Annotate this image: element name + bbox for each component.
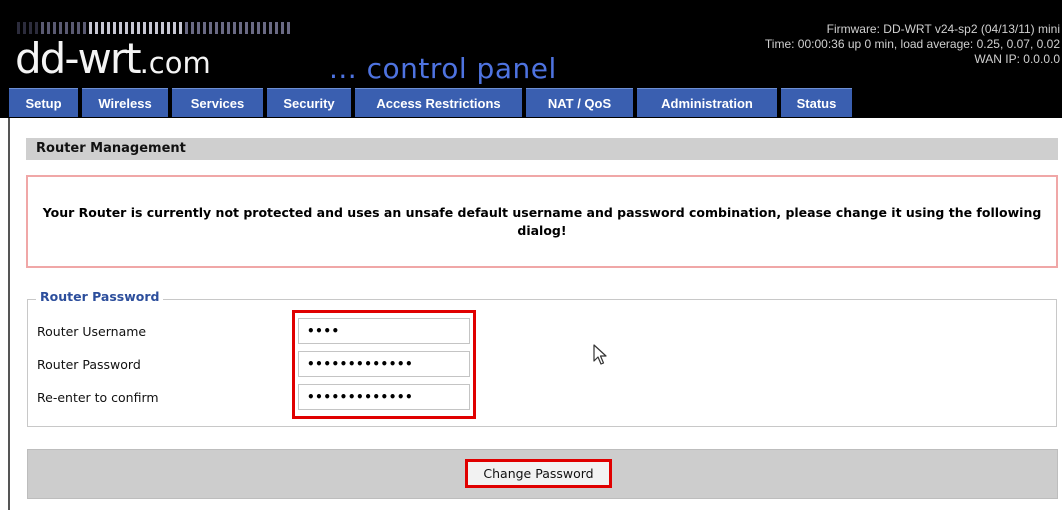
router-password-label: Router Password	[37, 357, 141, 372]
logo-suffix-text: .com	[139, 46, 211, 80]
firmware-info: Firmware: DD-WRT v24-sp2 (04/13/11) mini	[826, 22, 1060, 36]
section-title: Router Management	[26, 138, 1058, 160]
tab-security[interactable]: Security	[267, 88, 351, 117]
router-info: Firmware: DD-WRT v24-sp2 (04/13/11) mini…	[765, 22, 1060, 67]
header: dd-wrt.com ... control panel Firmware: D…	[0, 0, 1062, 118]
router-password-legend: Router Password	[36, 288, 164, 306]
logo: dd-wrt.com	[15, 38, 211, 84]
logo-main-text: dd-wrt	[15, 34, 142, 83]
warning-message: Your Router is currently not protected a…	[42, 204, 1042, 238]
router-username-label: Router Username	[37, 324, 147, 339]
tab-nat-qos[interactable]: NAT / QoS	[526, 88, 633, 117]
warning-box: Your Router is currently not protected a…	[26, 175, 1058, 268]
tab-services[interactable]: Services	[172, 88, 263, 117]
tab-wireless[interactable]: Wireless	[82, 88, 168, 117]
control-panel-title: ... control panel	[329, 52, 557, 85]
uptime-info: Time: 00:00:36 up 0 min, load average: 0…	[764, 37, 1060, 51]
tab-administration[interactable]: Administration	[637, 88, 777, 117]
tab-status[interactable]: Status	[781, 88, 852, 117]
page: dd-wrt.com ... control panel Firmware: D…	[0, 0, 1062, 510]
confirm-password-input[interactable]: •••••••••••••	[298, 384, 470, 410]
router-username-input[interactable]: ••••	[298, 318, 470, 344]
change-password-button[interactable]: Change Password	[465, 459, 612, 488]
logo-bars	[17, 22, 293, 34]
tab-access-restrictions[interactable]: Access Restrictions	[355, 88, 522, 117]
main-tabs: Setup Wireless Services Security Access …	[9, 88, 856, 118]
mouse-cursor-icon	[593, 344, 607, 365]
router-password-input[interactable]: •••••••••••••	[298, 351, 470, 377]
tab-setup[interactable]: Setup	[9, 88, 78, 117]
confirm-password-label: Re-enter to confirm	[37, 390, 159, 405]
router-password-fieldset	[27, 299, 1057, 427]
wan-ip-info: WAN IP: 0.0.0.0	[974, 52, 1060, 66]
main-content: Router Management Your Router is current…	[8, 118, 1062, 510]
